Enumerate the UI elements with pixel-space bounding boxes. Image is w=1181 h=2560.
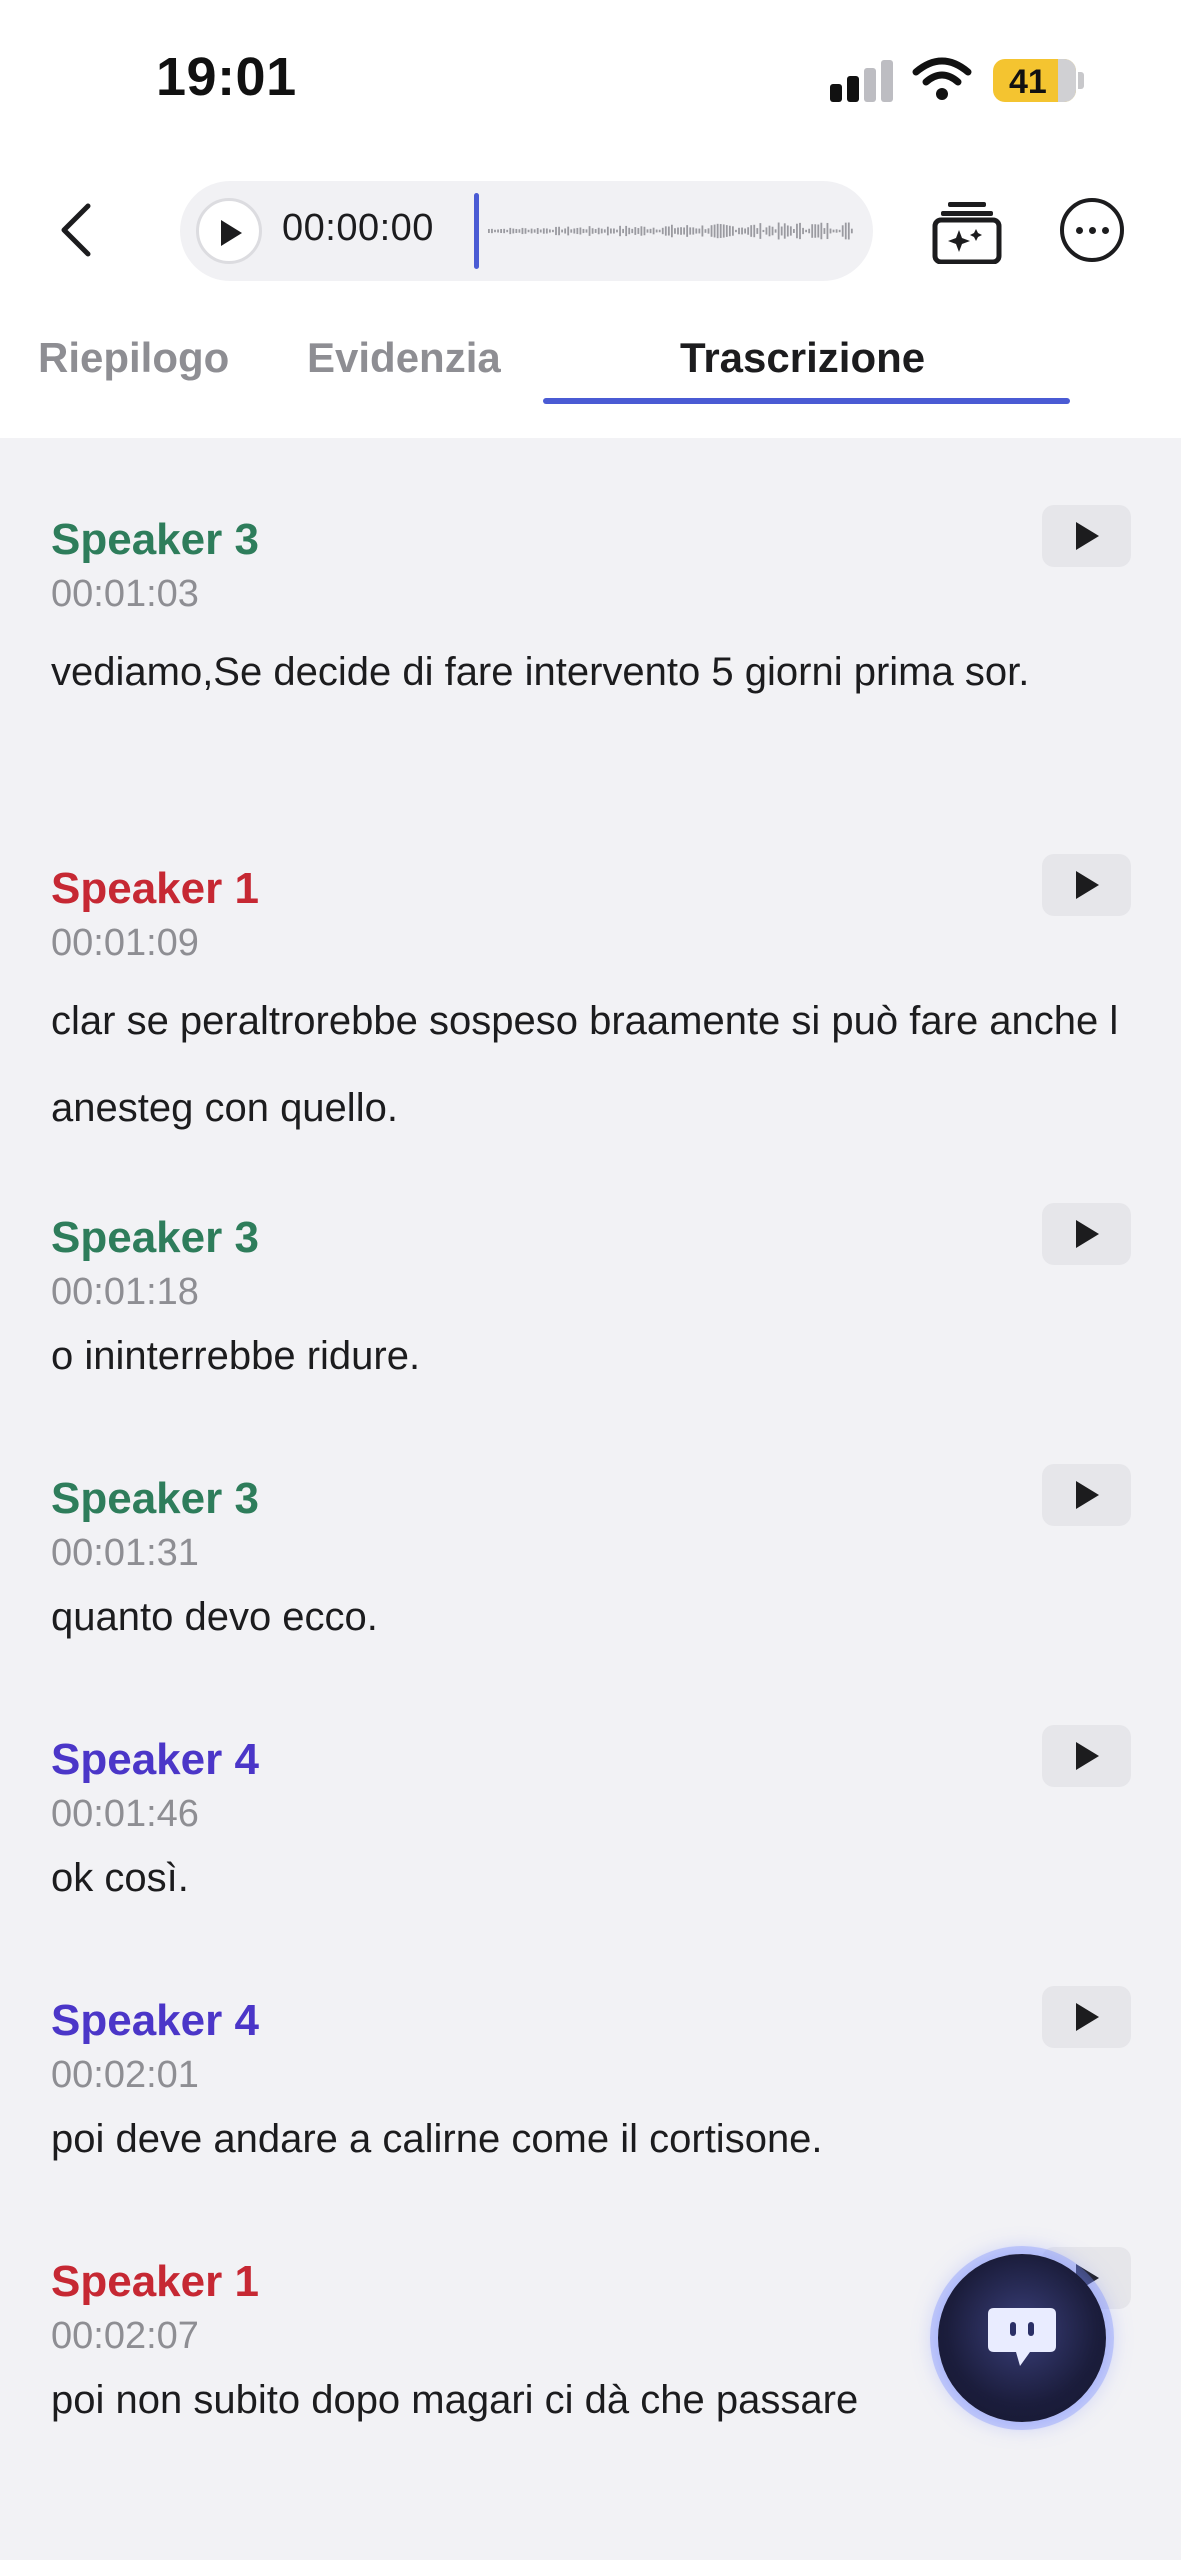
battery-indicator: 41 bbox=[993, 59, 1076, 102]
entry-text: o ininterrebbe ridure. bbox=[51, 1334, 421, 1378]
tab-riepilogo[interactable]: Riepilogo bbox=[38, 334, 229, 382]
entry-play-button[interactable] bbox=[1042, 854, 1131, 916]
battery-tip bbox=[1078, 72, 1084, 89]
entry-play-button[interactable] bbox=[1042, 1464, 1131, 1526]
play-icon bbox=[1076, 1220, 1099, 1248]
entry-timestamp: 00:01:31 bbox=[51, 1532, 199, 1574]
play-icon bbox=[1076, 871, 1099, 899]
entry-timestamp: 00:02:07 bbox=[51, 2315, 199, 2357]
ai-summary-icon[interactable] bbox=[932, 200, 1002, 264]
entry-play-button[interactable] bbox=[1042, 1725, 1131, 1787]
entry-play-button[interactable] bbox=[1042, 1203, 1131, 1265]
more-icon[interactable] bbox=[1060, 198, 1124, 262]
entry-timestamp: 00:01:46 bbox=[51, 1793, 199, 1835]
battery-level: 41 bbox=[1009, 63, 1047, 101]
wifi-icon bbox=[912, 57, 972, 100]
play-icon bbox=[221, 220, 242, 246]
entry-timestamp: 00:01:09 bbox=[51, 922, 199, 964]
entry-text: vediamo,Se decide di fare intervento 5 g… bbox=[51, 650, 1030, 694]
speaker-name: Speaker 1 bbox=[51, 2257, 259, 2306]
player-time: 00:00:00 bbox=[282, 207, 434, 249]
header-area: 19:01 41 00:00:00 Riepilogo Evidenzia Tr… bbox=[0, 0, 1181, 438]
entry-timestamp: 00:02:01 bbox=[51, 2054, 199, 2096]
entry-text: ok così. bbox=[51, 1856, 189, 1900]
audio-player: 00:00:00 bbox=[180, 181, 873, 281]
cellular-signal-icon bbox=[830, 58, 894, 102]
player-play-button[interactable] bbox=[196, 198, 262, 264]
chat-assistant-button[interactable] bbox=[938, 2254, 1106, 2422]
tab-evidenzia[interactable]: Evidenzia bbox=[307, 334, 501, 382]
entry-timestamp: 00:01:03 bbox=[51, 573, 199, 615]
status-time: 19:01 bbox=[156, 47, 297, 107]
chevron-left-icon[interactable] bbox=[56, 200, 96, 260]
waveform[interactable] bbox=[486, 201, 856, 261]
speaker-name: Speaker 1 bbox=[51, 864, 259, 913]
play-icon bbox=[1076, 522, 1099, 550]
entry-play-button[interactable] bbox=[1042, 1986, 1131, 2048]
speaker-name: Speaker 3 bbox=[51, 515, 259, 564]
entry-text: clar se peraltrorebbe sospeso braamente … bbox=[51, 999, 1119, 1130]
entry-text: quanto devo ecco. bbox=[51, 1595, 378, 1639]
speaker-name: Speaker 3 bbox=[51, 1474, 259, 1523]
chat-icon bbox=[988, 2308, 1056, 2366]
speaker-name: Speaker 3 bbox=[51, 1213, 259, 1262]
play-icon bbox=[1076, 1481, 1099, 1509]
play-icon bbox=[1076, 1742, 1099, 1770]
playhead[interactable] bbox=[474, 193, 479, 269]
speaker-name: Speaker 4 bbox=[51, 1996, 259, 2045]
active-tab-indicator bbox=[543, 398, 1070, 404]
entry-timestamp: 00:01:18 bbox=[51, 1271, 199, 1313]
tab-trascrizione[interactable]: Trascrizione bbox=[680, 334, 925, 382]
entry-text: poi deve andare a calirne come il cortis… bbox=[51, 2117, 823, 2161]
speaker-name: Speaker 4 bbox=[51, 1735, 259, 1784]
play-icon bbox=[1076, 2003, 1099, 2031]
entry-play-button[interactable] bbox=[1042, 505, 1131, 567]
